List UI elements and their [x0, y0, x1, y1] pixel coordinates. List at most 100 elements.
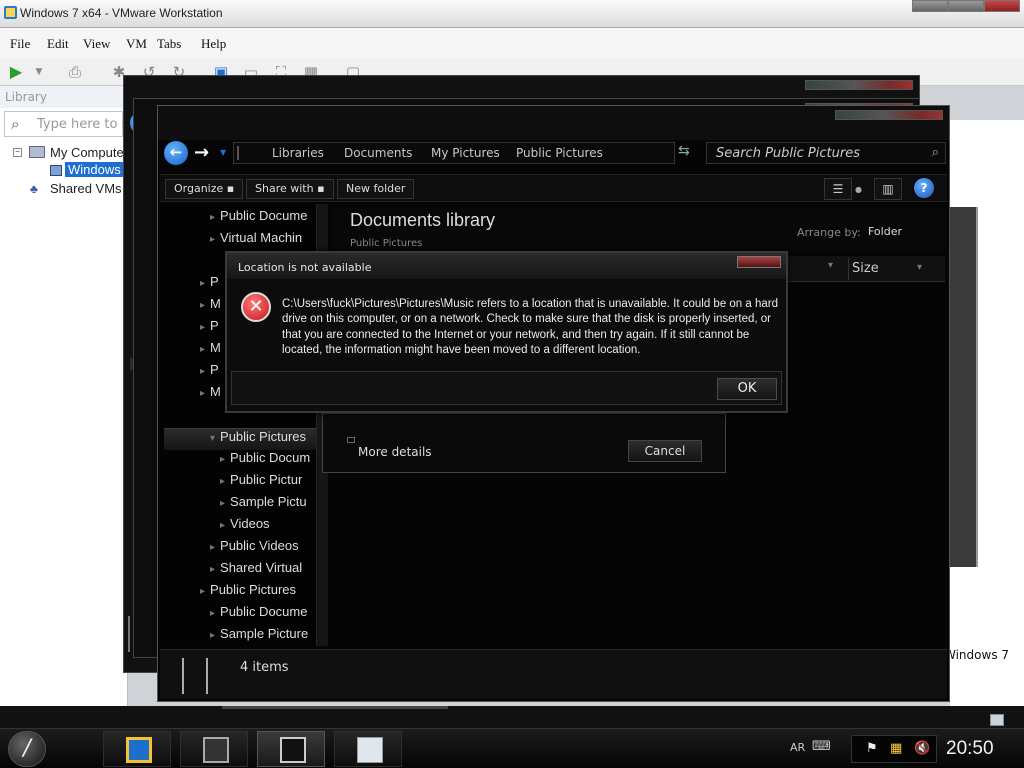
nav-item[interactable]: ▸ Shared Virtual: [210, 560, 302, 582]
chevron-down-icon[interactable]: ▾: [917, 262, 922, 273]
expand-icon[interactable]: ▸: [200, 300, 205, 311]
search-icon[interactable]: ⌕: [932, 145, 939, 160]
window-controls[interactable]: [835, 110, 943, 120]
expand-icon[interactable]: ▸: [220, 520, 225, 531]
power-on-icon[interactable]: ▶: [5, 61, 27, 83]
keyboard-icon[interactable]: ⌨: [812, 739, 831, 754]
minimize-button[interactable]: [912, 0, 948, 12]
nav-item[interactable]: ▸ Videos: [220, 516, 270, 538]
nav-item-partial[interactable]: ▸ P: [200, 274, 219, 296]
ok-button[interactable]: OK: [717, 378, 777, 400]
expand-icon[interactable]: ▸: [200, 278, 205, 289]
error-icon: ✕: [241, 292, 271, 322]
nav-item[interactable]: ▸ Sample Pictu: [220, 494, 307, 516]
breadcrumb-documents[interactable]: Documents: [344, 146, 412, 160]
menu-vm[interactable]: VM: [126, 36, 147, 52]
close-button[interactable]: [984, 0, 1020, 12]
nav-item[interactable]: ▸ Public Pictures: [200, 582, 296, 604]
nav-item[interactable]: ▸ Public Videos: [210, 538, 299, 560]
explorer-search-input[interactable]: Search Public Pictures ⌕: [706, 142, 946, 164]
tree-node-windows-vm[interactable]: Windows: [0, 162, 127, 180]
device-status-icon[interactable]: [990, 714, 1004, 726]
explorer-titlebar: [158, 106, 949, 140]
more-details-toggle-icon[interactable]: [347, 437, 355, 443]
expand-icon[interactable]: ▸: [200, 586, 205, 597]
expand-icon[interactable]: ▸: [200, 322, 205, 333]
change-view-icon[interactable]: ☰: [824, 178, 852, 200]
expand-icon[interactable]: ▸: [210, 234, 215, 245]
language-indicator[interactable]: AR: [790, 741, 805, 754]
library-subtitle[interactable]: Public Pictures: [350, 238, 422, 249]
organize-button[interactable]: Organize ▪: [165, 179, 244, 199]
tree-node-shared-vms[interactable]: ♣ Shared VMs: [0, 180, 127, 198]
expand-icon[interactable]: ▸: [210, 608, 215, 619]
nav-item[interactable]: ▸ Sample Picture: [210, 626, 308, 646]
expand-icon[interactable]: ▸: [200, 388, 205, 399]
breadcrumb-libraries[interactable]: Libraries: [272, 146, 324, 160]
menu-tabs[interactable]: Tabs: [157, 36, 181, 52]
close-button[interactable]: [737, 256, 781, 268]
refresh-icon[interactable]: ⇆: [678, 143, 690, 159]
expand-icon[interactable]: ▸: [210, 212, 215, 223]
menu-edit[interactable]: Edit: [47, 36, 69, 52]
suspend-icon[interactable]: ⎙: [64, 61, 86, 83]
taskbar-vmware-button[interactable]: [103, 731, 171, 767]
column-header-size[interactable]: Size ▾: [848, 258, 924, 280]
action-center-flag-icon[interactable]: ⚑: [866, 741, 878, 756]
nav-item-selected[interactable]: ▾ Public Pictures: [164, 428, 324, 450]
column-dropdown-icon[interactable]: ▾: [828, 260, 833, 271]
nav-item[interactable]: ▸ Virtual Machin: [210, 230, 302, 252]
nav-item[interactable]: ▸ Public Docum: [220, 450, 310, 472]
vm-icon: [50, 165, 62, 176]
cancel-button[interactable]: Cancel: [628, 440, 702, 462]
expand-icon[interactable]: ▸: [200, 344, 205, 355]
expand-icon[interactable]: ▸: [210, 630, 215, 641]
expand-icon[interactable]: ▸: [200, 366, 205, 377]
expand-icon[interactable]: ▸: [220, 498, 225, 509]
expand-icon[interactable]: ▸: [220, 454, 225, 465]
tree-node-my-computer[interactable]: − My Compute: [0, 144, 127, 162]
taskbar-documents-button[interactable]: [334, 731, 402, 767]
volume-muted-icon[interactable]: 🔇: [914, 741, 930, 756]
details-pane: 4 items: [160, 649, 947, 699]
expand-icon[interactable]: ▾: [210, 433, 215, 444]
address-bar[interactable]: Libraries Documents My Pictures Public P…: [233, 142, 744, 164]
more-details-button[interactable]: More details: [358, 445, 432, 459]
breadcrumb-public-pictures[interactable]: Public Pictures: [516, 146, 603, 160]
view-options-icon[interactable]: ●: [855, 185, 862, 194]
expand-icon[interactable]: ▸: [210, 542, 215, 553]
start-button[interactable]: /: [8, 731, 46, 767]
menu-file[interactable]: File: [10, 36, 30, 52]
menu-view[interactable]: View: [83, 36, 110, 52]
nav-item-partial[interactable]: ▸ M: [200, 340, 221, 362]
arrange-by-dropdown[interactable]: Folder: [868, 225, 902, 238]
nav-item-partial[interactable]: ▸ M: [200, 384, 221, 406]
back-arrow-icon[interactable]: ←: [164, 141, 188, 165]
preview-pane-icon[interactable]: ▥: [874, 178, 902, 200]
expand-icon[interactable]: ▸: [210, 564, 215, 575]
breadcrumb-my-pictures[interactable]: My Pictures: [431, 146, 500, 160]
maximize-button[interactable]: [948, 0, 984, 12]
share-with-button[interactable]: Share with ▪: [246, 179, 334, 199]
nav-item[interactable]: ▸ Public Docume: [210, 208, 307, 230]
nav-item-partial[interactable]: ▸ M: [200, 296, 221, 318]
help-icon[interactable]: ?: [914, 178, 934, 198]
expand-icon[interactable]: ▸: [220, 476, 225, 487]
nav-item-partial[interactable]: ▸ P: [200, 318, 219, 340]
library-search-input[interactable]: ⌕ Type here to se: [4, 111, 127, 137]
collapse-icon[interactable]: −: [13, 148, 22, 157]
window-controls[interactable]: [805, 80, 913, 90]
taskbar-explorer-button[interactable]: [257, 731, 325, 767]
new-folder-button[interactable]: New folder: [337, 179, 415, 199]
taskbar-device-button[interactable]: [180, 731, 248, 767]
nav-item[interactable]: ▸ Public Pictur: [220, 472, 302, 494]
network-icon[interactable]: ▦: [890, 741, 902, 756]
clock[interactable]: 20:50: [946, 738, 994, 760]
nav-item-partial[interactable]: ▸ P: [200, 362, 219, 384]
error-dialog: Location is not available ✕ C:\Users\fuc…: [225, 251, 788, 413]
power-dropdown-icon[interactable]: ▼: [28, 61, 50, 83]
recent-pages-icon[interactable]: ▼: [220, 148, 226, 157]
nav-item[interactable]: ▸ Public Docume: [210, 604, 307, 626]
menu-help[interactable]: Help: [201, 36, 226, 52]
forward-arrow-icon[interactable]: →: [194, 142, 209, 163]
